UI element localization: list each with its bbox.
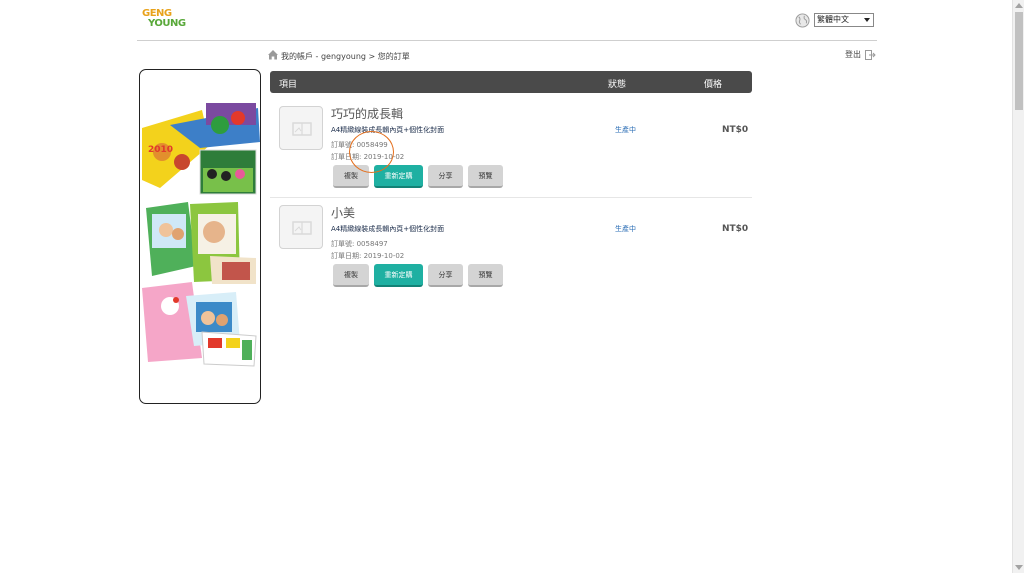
logout-link[interactable]: 登出	[845, 49, 876, 60]
language-select[interactable]: 繁體中文	[814, 13, 874, 27]
banner-badge: 2010	[148, 145, 173, 155]
order-status: 生產中	[615, 225, 636, 233]
column-header-price: 價格	[704, 80, 723, 90]
copy-button[interactable]: 複製	[333, 264, 369, 287]
image-placeholder-icon	[292, 122, 312, 136]
annotation-circle	[349, 131, 394, 173]
order-status: 生產中	[615, 126, 636, 134]
reorder-button[interactable]: 重新定購	[374, 264, 423, 287]
logo-line2: YOUNG	[148, 18, 186, 29]
brand-logo[interactable]: GENG YOUNG	[142, 9, 186, 33]
chevron-down-icon	[864, 18, 870, 22]
breadcrumb[interactable]: 我的帳戶 - gengyoung > 您的訂單	[281, 51, 410, 62]
header-divider	[137, 40, 877, 41]
order-number: 訂單號: 0058497	[331, 240, 388, 248]
scroll-down-arrow-icon[interactable]	[1015, 565, 1023, 570]
logout-label: 登出	[845, 50, 861, 59]
order-row: 巧巧的成長輯 A4精緻線裝成長輯內頁+個性化封面 訂單號: 0058499 訂單…	[270, 99, 752, 198]
vertical-scrollbar[interactable]	[1012, 0, 1024, 573]
share-button[interactable]: 分享	[428, 165, 463, 188]
order-title[interactable]: 巧巧的成長輯	[331, 105, 403, 122]
share-button[interactable]: 分享	[428, 264, 463, 287]
order-row: 小美 A4精緻線裝成長輯內頁+個性化封面 訂單號: 0058497 訂單日期: …	[270, 198, 752, 297]
column-header-item: 項目	[279, 80, 298, 90]
scroll-up-arrow-icon[interactable]	[1015, 3, 1023, 8]
banner-collage-image: 2010	[142, 103, 260, 367]
image-placeholder-icon	[292, 221, 312, 235]
page: GENG YOUNG 繁體中文 我的帳戶 - gengyoung > 您的訂單 …	[0, 0, 1024, 573]
logout-icon	[865, 49, 876, 60]
globe-icon	[795, 13, 810, 28]
order-price: NT$0	[722, 224, 749, 234]
home-icon[interactable]	[267, 49, 279, 60]
order-price: NT$0	[722, 125, 749, 135]
order-date: 訂單日期: 2019-10-02	[331, 252, 405, 260]
language-select-value: 繁體中文	[817, 15, 849, 24]
order-thumbnail[interactable]	[279, 106, 323, 150]
column-header-status: 狀態	[608, 80, 627, 90]
order-thumbnail[interactable]	[279, 205, 323, 249]
order-title[interactable]: 小美	[331, 204, 355, 221]
orders-table-header: 項目 狀態 價格	[270, 71, 752, 93]
scrollbar-thumb[interactable]	[1015, 12, 1023, 110]
promo-banner[interactable]: 2010	[139, 69, 261, 404]
order-product: A4精緻線裝成長輯內頁+個性化封面	[331, 225, 445, 233]
order-product: A4精緻線裝成長輯內頁+個性化封面	[331, 126, 445, 134]
preview-button[interactable]: 預覽	[468, 165, 503, 188]
preview-button[interactable]: 預覽	[468, 264, 503, 287]
